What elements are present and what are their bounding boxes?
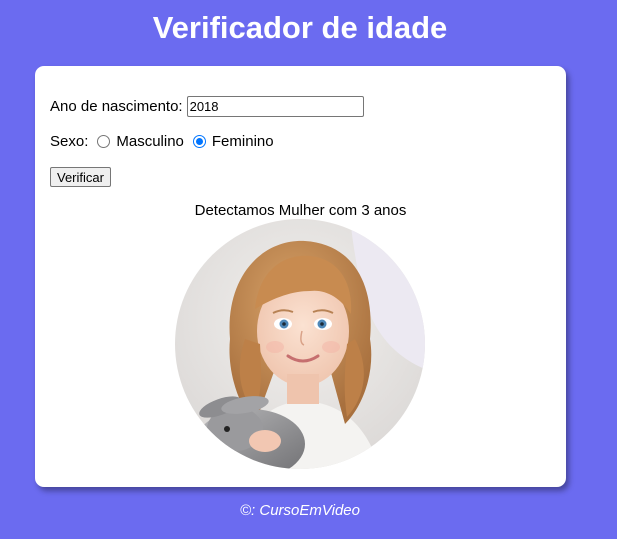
sex-row: Sexo: Masculino Feminino (50, 133, 274, 150)
female-label[interactable]: Feminino (212, 133, 274, 150)
footer-credit: ©: CursoEmVideo (240, 502, 360, 519)
male-label[interactable]: Masculino (116, 133, 184, 150)
birth-year-label: Ano de nascimento: (50, 98, 183, 115)
form-card: Ano de nascimento: Sexo: Masculino Femin… (35, 66, 566, 487)
female-radio[interactable] (192, 135, 206, 148)
birth-year-row: Ano de nascimento: (50, 96, 364, 117)
girl-with-rabbit-photo (175, 219, 425, 469)
result-photo (175, 219, 425, 469)
page-title: Verificador de idade (152, 10, 448, 45)
male-radio[interactable] (97, 135, 111, 148)
birth-year-input[interactable] (186, 96, 364, 117)
result-text: Detectamos Mulher com 3 anos (194, 202, 407, 219)
sex-label: Sexo: (50, 133, 89, 150)
verify-button[interactable]: Verificar (50, 167, 111, 187)
